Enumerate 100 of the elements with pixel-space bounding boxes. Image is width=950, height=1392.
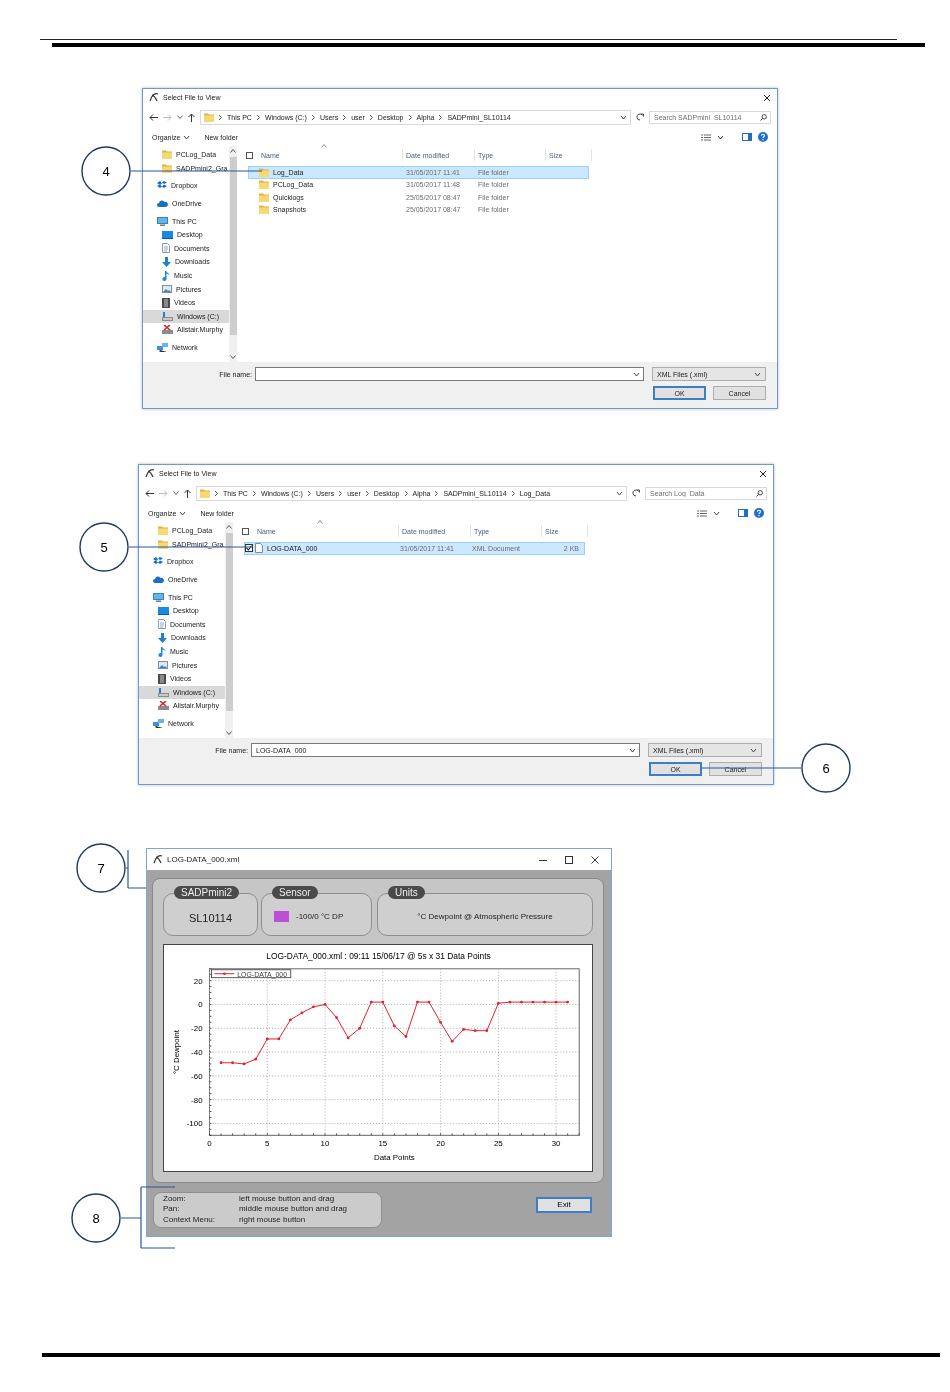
help-label: Zoom: [163,1193,187,1205]
folder-icon [200,488,210,498]
caret-icon [179,510,187,516]
callout-marker: 5 [79,522,129,572]
caret-icon [713,510,720,516]
folder-icon [162,150,172,160]
axis-tick-label: 0 [207,1139,212,1149]
select-all-checkbox[interactable] [242,527,249,535]
callout-marker: 6 [801,743,851,793]
up-arrow-icon[interactable] [188,112,195,122]
data-point [346,1036,350,1040]
scrollbar[interactable] [229,146,237,362]
pane-icon[interactable] [738,509,748,517]
axis-tick-label: 15 [378,1139,388,1149]
folder-icon [204,112,214,122]
maximize-icon[interactable] [565,855,573,864]
document-icon [158,619,166,630]
scrollbar[interactable] [225,522,233,738]
film-icon [158,673,166,684]
chevron-up-icon[interactable] [226,525,232,529]
sort-caret-icon [317,520,323,524]
data-point [508,1000,512,1004]
view-options-icon[interactable] [697,509,707,517]
data-point [496,1001,500,1005]
back-arrow-icon[interactable] [145,489,154,497]
group-value: SL10114 [188,911,233,924]
data-point [358,1026,362,1030]
data-point [242,1062,246,1066]
data-point [231,1061,234,1065]
caret-icon[interactable] [177,115,183,119]
folder-icon [259,180,269,190]
group-legend: SADPmini2 [174,886,240,899]
data-point [473,1029,477,1033]
file-icon [255,543,263,554]
view-options-icon[interactable] [701,133,711,141]
folder-icon [158,526,168,536]
caret-icon [750,747,757,753]
callout-marker: 8 [71,1193,121,1243]
group-legend: Sensor [272,886,318,899]
chevron-icon [251,489,257,497]
caret-icon[interactable] [173,491,179,495]
file-name-field[interactable] [255,367,644,381]
help-label: Context Menu: [163,1214,217,1226]
chevron-down-icon[interactable] [230,355,236,359]
data-point [300,1011,304,1015]
caret-icon [183,134,191,140]
chevron-icon [310,113,316,121]
chevron-icon [218,113,223,121]
data-point [485,1029,489,1033]
axis-tick-label: -60 [191,1071,203,1081]
folder-icon [259,205,269,215]
chevron-icon [306,489,312,497]
axis-title: °C Dewpoint [171,1030,181,1075]
help-icon[interactable] [758,132,768,142]
data-point [462,1028,466,1031]
group-legend: Units [388,886,425,899]
chevron-icon [368,113,374,121]
chevron-icon [342,113,348,121]
group-value: °C Dewpoint @ Atmospheric Pressure [417,912,553,921]
close-icon[interactable] [759,469,767,478]
help-text: middle mouse button and drag [239,1204,349,1215]
folder-icon [162,163,172,173]
cloud-icon [153,576,164,584]
refresh-icon[interactable] [632,489,640,497]
pane-icon[interactable] [742,133,752,141]
app-logo-icon [145,469,155,478]
select-all-checkbox[interactable] [246,151,253,159]
data-point [543,1000,546,1004]
download-icon [162,256,171,267]
data-point [520,1000,523,1004]
data-point [450,1039,454,1043]
help-icon[interactable] [754,508,764,518]
data-point [566,1000,570,1004]
axis-tick-label: -20 [191,1024,203,1034]
caret-icon [616,490,623,496]
axis-tick-label: 25 [493,1139,503,1149]
data-point [265,1037,269,1041]
close-icon[interactable] [591,855,599,864]
chevron-icon [407,113,413,121]
exit-button[interactable]: Exit [536,1196,592,1213]
film-icon [162,297,170,308]
chevron-icon [338,489,344,497]
up-arrow-icon[interactable] [184,488,191,498]
data-point [554,1000,558,1004]
data-point [531,1000,535,1004]
chart-title: LOG-DATA_000.xml : 09:11 15/06/17 @ 5s x 31 Data Points [266,950,491,961]
close-icon[interactable] [763,93,771,102]
chevron-up-icon[interactable] [230,149,236,153]
axis-tick-label: 30 [551,1139,561,1149]
caret-icon [629,748,636,753]
data-point [381,1000,385,1004]
data-point [439,1020,442,1024]
refresh-icon[interactable] [636,113,644,121]
chevron-down-icon[interactable] [226,731,232,735]
back-arrow-icon[interactable] [149,113,158,121]
window-title: LOG-DATA_000.xml [167,855,240,864]
chevron-icon [434,489,440,497]
callout-marker: 4 [81,146,131,196]
checkbox[interactable] [245,544,253,553]
axis-tick-label: 5 [265,1139,270,1149]
